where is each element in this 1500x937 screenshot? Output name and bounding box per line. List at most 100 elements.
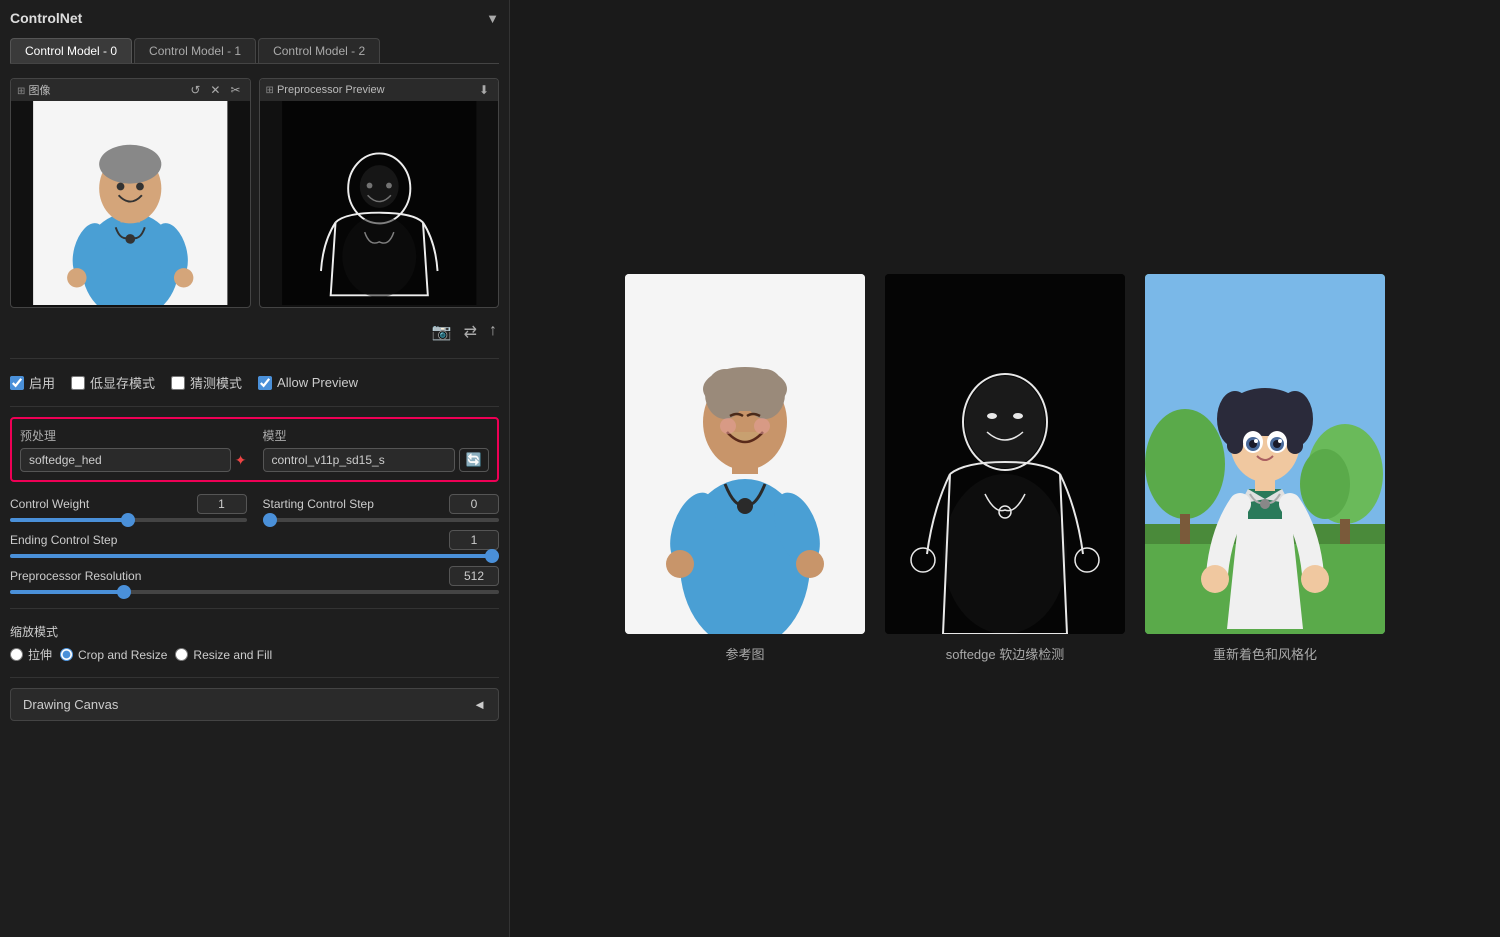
source-image-content [11, 101, 250, 305]
tab-model-2[interactable]: Control Model - 2 [258, 38, 380, 63]
guess-mode-checkbox[interactable]: 猜测模式 [171, 373, 242, 392]
resize-options: 拉伸 Crop and Resize Resize and Fill [10, 646, 499, 663]
sliders-section: Control Weight 1 Starting Control Step 0… [10, 490, 499, 598]
model-dropdown[interactable]: control_v11p_sd15_s [263, 448, 455, 472]
tab-model-1[interactable]: Control Model - 1 [134, 38, 256, 63]
resize-fill-radio[interactable] [175, 648, 188, 661]
separator-1 [10, 358, 499, 359]
control-weight-slider[interactable] [10, 518, 247, 522]
panel-header: ControlNet ▼ [10, 10, 499, 26]
model-refresh-button[interactable]: 🔄 [459, 448, 489, 472]
preprocessor-image-content [260, 101, 499, 305]
preprocessor-image-icons: ⬇ [476, 82, 492, 98]
guess-mode-checkbox-input[interactable] [171, 376, 185, 390]
model-tabs: Control Model - 0 Control Model - 1 Cont… [10, 38, 499, 64]
two-col-sliders: Control Weight 1 Starting Control Step 0 [10, 494, 499, 522]
ending-step-block: Ending Control Step 1 [10, 530, 499, 558]
resize-fill-option[interactable]: Resize and Fill [175, 648, 272, 662]
preprocessor-label: ⊞ Preprocessor Preview [266, 84, 385, 96]
panel-title: ControlNet [10, 10, 82, 26]
gallery-row: 参考图 [530, 274, 1480, 663]
resize-stretch-option[interactable]: 拉伸 [10, 646, 52, 663]
checkboxes-row: 启用 低显存模式 猜测模式 Allow Preview [10, 369, 499, 396]
resize-stretch-radio[interactable] [10, 648, 23, 661]
tab-model-0[interactable]: Control Model - 0 [10, 38, 132, 63]
swap-icon[interactable]: ⇄ [462, 320, 479, 344]
preproc-res-label: Preprocessor Resolution [10, 569, 141, 583]
gallery-image-3 [1145, 274, 1385, 634]
toolbar-row: 📷 ⇄ ↑ [10, 316, 499, 348]
enable-checkbox-input[interactable] [10, 376, 24, 390]
drawing-canvas-arrow: ◄ [473, 697, 486, 712]
source-refresh-icon[interactable]: ↺ [187, 82, 203, 98]
left-panel: ControlNet ▼ Control Model - 0 Control M… [0, 0, 510, 937]
enable-checkbox[interactable]: 启用 [10, 373, 55, 392]
ending-step-value: 1 [449, 530, 499, 550]
resize-mode-label: 缩放模式 [10, 623, 499, 640]
gallery-item-2: softedge 软边缘检测 [885, 274, 1125, 663]
gallery-image-2 [885, 274, 1125, 634]
resize-crop-radio[interactable] [60, 648, 73, 661]
allow-preview-checkbox[interactable]: Allow Preview [258, 375, 358, 390]
upload-icon[interactable]: ↑ [487, 320, 499, 344]
panel-collapse-arrow[interactable]: ▼ [486, 11, 499, 26]
preprocessor-image-header: ⊞ Preprocessor Preview ⬇ [260, 79, 499, 101]
gallery-caption-1: 参考图 [725, 644, 764, 663]
source-image-header: ⊞ 图像 ↺ ✕ ✂ [11, 79, 250, 101]
source-close-icon[interactable]: ✕ [207, 82, 223, 98]
control-weight-block: Control Weight 1 [10, 494, 247, 522]
model-column: 模型 control_v11p_sd15_s 🔄 [263, 427, 490, 472]
separator-4 [10, 677, 499, 678]
starting-step-value: 0 [449, 494, 499, 514]
model-select-row: control_v11p_sd15_s 🔄 [263, 448, 490, 472]
resize-crop-option[interactable]: Crop and Resize [60, 648, 167, 662]
gallery-item-3: 重新着色和风格化 [1145, 274, 1385, 663]
preprocessor-download-icon[interactable]: ⬇ [476, 82, 492, 98]
starting-step-header: Starting Control Step 0 [263, 494, 500, 514]
separator-2 [10, 406, 499, 407]
allow-preview-checkbox-input[interactable] [258, 376, 272, 390]
preprocessor-image-box: ⊞ Preprocessor Preview ⬇ [259, 78, 500, 308]
image-row: ⊞ 图像 ↺ ✕ ✂ [10, 78, 499, 308]
source-nurse-svg [11, 101, 250, 305]
preproc-res-header: Preprocessor Resolution 512 [10, 566, 499, 586]
control-weight-label: Control Weight [10, 497, 140, 511]
control-weight-value: 1 [197, 494, 247, 514]
gallery-nurse-ref-svg [625, 274, 865, 634]
right-panel: 参考图 [510, 0, 1500, 937]
drawing-canvas-label: Drawing Canvas [23, 697, 118, 712]
gallery-edge-svg [885, 274, 1125, 634]
source-image-label: ⊞ 图像 [17, 82, 50, 98]
low-vram-checkbox-input[interactable] [71, 376, 85, 390]
drawing-canvas-row[interactable]: Drawing Canvas ◄ [10, 688, 499, 721]
preprocessor-column: 预处理 softedge_hed ✦ [20, 427, 247, 472]
source-image-box: ⊞ 图像 ↺ ✕ ✂ [10, 78, 251, 308]
source-crop-icon[interactable]: ✂ [227, 82, 243, 98]
preprocessor-col-label: 预处理 [20, 427, 247, 444]
preproc-res-slider[interactable] [10, 590, 499, 594]
gallery-image-1 [625, 274, 865, 634]
preproc-model-box: 预处理 softedge_hed ✦ 模型 control_v11p_sd15_… [10, 417, 499, 482]
edge-nurse-svg [260, 101, 499, 305]
preprocessor-star-icon: ✦ [235, 452, 247, 469]
gallery-caption-3: 重新着色和风格化 [1213, 644, 1317, 663]
resize-crop-label: Crop and Resize [78, 648, 167, 662]
resize-section: 缩放模式 拉伸 Crop and Resize Resize and Fill [10, 619, 499, 667]
gallery-caption-2: softedge 软边缘检测 [946, 644, 1065, 663]
ending-step-slider[interactable] [10, 554, 499, 558]
preproc-res-block: Preprocessor Resolution 512 [10, 566, 499, 594]
resize-fill-label: Resize and Fill [193, 648, 272, 662]
source-image-icons: ↺ ✕ ✂ [187, 82, 243, 98]
camera-icon[interactable]: 📷 [430, 320, 454, 344]
gallery-item-1: 参考图 [625, 274, 865, 663]
gallery-anime-svg [1145, 274, 1385, 634]
starting-step-slider[interactable] [263, 518, 500, 522]
separator-3 [10, 608, 499, 609]
preprocessor-select-row: softedge_hed ✦ [20, 448, 247, 472]
low-vram-checkbox[interactable]: 低显存模式 [71, 373, 155, 392]
starting-step-block: Starting Control Step 0 [263, 494, 500, 522]
starting-step-label: Starting Control Step [263, 497, 393, 511]
resize-stretch-label: 拉伸 [28, 646, 52, 663]
preproc-model-row: 预处理 softedge_hed ✦ 模型 control_v11p_sd15_… [20, 427, 489, 472]
preprocessor-dropdown[interactable]: softedge_hed [20, 448, 231, 472]
